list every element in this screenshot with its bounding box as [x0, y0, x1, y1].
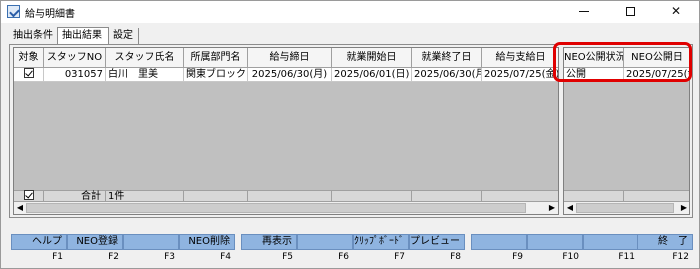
cell-staff-no: 031057 — [44, 68, 106, 82]
main-window: 給与明細書 ✕ 抽出条件 抽出結果 設定 対象 スタッフNO スタッフ氏名 所属… — [0, 0, 700, 269]
f1-label: F1 — [52, 252, 63, 262]
header-work-start[interactable]: 就業開始日 — [332, 48, 412, 68]
f9-button[interactable] — [471, 234, 527, 250]
tab-extract-conditions[interactable]: 抽出条件 — [9, 28, 57, 45]
header-pay-date[interactable]: 給与支給日 — [482, 48, 558, 68]
f5-label: F5 — [282, 252, 293, 262]
close-button[interactable]: ✕ — [653, 1, 699, 23]
f1-help-button[interactable]: ヘルプ — [11, 234, 67, 250]
scroll-thumb[interactable] — [576, 203, 674, 213]
header-staff-name[interactable]: スタッフ氏名 — [106, 48, 184, 68]
close-icon: ✕ — [670, 4, 682, 18]
scroll-left-icon[interactable]: ◀ — [564, 202, 576, 214]
f9-label: F9 — [512, 252, 523, 262]
row-target-checkbox[interactable] — [14, 68, 44, 82]
f12-exit-button[interactable]: 終 了 — [637, 234, 693, 250]
tab-settings[interactable]: 設定 — [109, 28, 139, 45]
header-department[interactable]: 所属部門名 — [184, 48, 248, 68]
neo-horizontal-scrollbar[interactable]: ◀ ▶ — [564, 201, 689, 214]
scroll-right-icon[interactable]: ▶ — [546, 202, 558, 214]
minimize-button[interactable] — [561, 1, 607, 23]
f12-label: F12 — [672, 252, 689, 262]
f3-button[interactable] — [123, 234, 179, 250]
f10-label: F10 — [562, 252, 579, 262]
results-grid: 対象 スタッフNO スタッフ氏名 所属部門名 給与締日 就業開始日 就業終了日 … — [13, 47, 559, 215]
cell-work-start: 2025/06/01(日) — [332, 68, 412, 82]
f11-label: F11 — [618, 252, 635, 262]
cell-close-date: 2025/06/30(月) — [248, 68, 332, 82]
header-neo-status[interactable]: NEO公開状況 — [564, 48, 624, 68]
header-neo-publish-date[interactable]: NEO公開日 — [624, 48, 689, 68]
cell-neo-publish-date: 2025/07/25(金) — [624, 68, 689, 82]
f10-button[interactable] — [527, 234, 583, 250]
checkbox-icon — [23, 190, 34, 200]
f5-refresh-button[interactable]: 再表示 — [241, 234, 297, 250]
neo-grid: NEO公開状況 NEO公開日 公開 2025/07/25(金) ◀ ▶ — [563, 47, 690, 215]
scroll-thumb[interactable] — [26, 203, 526, 213]
f2-neo-register-button[interactable]: NEO登録 — [67, 234, 123, 250]
maximize-icon — [625, 7, 635, 16]
f7-clipboard-button[interactable]: ｸﾘｯﾌﾟﾎﾞｰﾄﾞ — [353, 234, 409, 250]
tab-extract-results[interactable]: 抽出結果 — [57, 27, 109, 45]
cell-staff-name: 白川 里美 — [106, 68, 184, 82]
f6-label: F6 — [338, 252, 349, 262]
f3-label: F3 — [164, 252, 175, 262]
header-close-date[interactable]: 給与締日 — [248, 48, 332, 68]
header-target[interactable]: 対象 — [14, 48, 44, 68]
header-staff-no[interactable]: スタッフNO — [44, 48, 106, 68]
checkbox-icon — [23, 68, 34, 78]
scroll-left-icon[interactable]: ◀ — [14, 202, 26, 214]
f6-button[interactable] — [297, 234, 353, 250]
f2-label: F2 — [108, 252, 119, 262]
f7-label: F7 — [394, 252, 405, 262]
f8-preview-button[interactable]: プレビュー — [409, 234, 465, 250]
cell-pay-date: 2025/07/25(金) — [482, 68, 559, 82]
cell-neo-status: 公開 — [564, 68, 624, 82]
window-title: 給与明細書 — [25, 9, 75, 20]
cell-department: 関東ブロック — [184, 68, 248, 82]
maximize-button[interactable] — [607, 1, 653, 23]
app-icon — [7, 5, 20, 18]
horizontal-scrollbar[interactable]: ◀ ▶ — [14, 201, 558, 214]
results-panel: 対象 スタッフNO スタッフ氏名 所属部門名 給与締日 就業開始日 就業終了日 … — [9, 44, 693, 218]
f4-neo-delete-button[interactable]: NEO削除 — [179, 234, 235, 250]
header-work-end[interactable]: 就業終了日 — [412, 48, 482, 68]
cell-work-end: 2025/06/30(月) — [412, 68, 482, 82]
f4-label: F4 — [220, 252, 231, 262]
title-bar: 給与明細書 ✕ — [1, 1, 699, 23]
minimize-icon — [579, 11, 589, 12]
f11-button[interactable] — [583, 234, 639, 250]
f8-label: F8 — [450, 252, 461, 262]
scroll-right-icon[interactable]: ▶ — [678, 202, 689, 214]
